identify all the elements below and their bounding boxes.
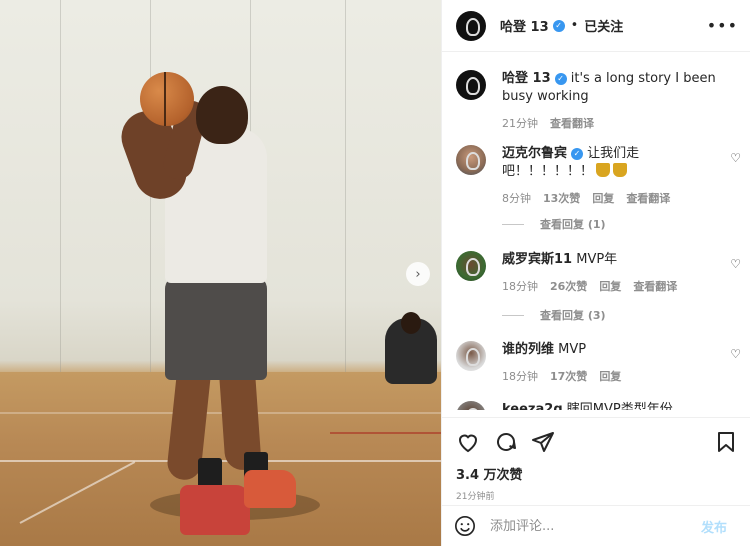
post-comment-button[interactable]: 发布 bbox=[701, 517, 727, 536]
verified-badge-icon: ✓ bbox=[571, 148, 584, 160]
caption-username[interactable]: 哈登 13 bbox=[502, 71, 551, 86]
reply-button[interactable]: 回复 bbox=[599, 278, 621, 296]
trophy-emoji-icon bbox=[613, 163, 628, 177]
commenter-avatar[interactable] bbox=[456, 145, 486, 175]
commenter-username[interactable]: 谁的列维 bbox=[502, 342, 554, 357]
commenter-username[interactable]: keeza2g bbox=[502, 402, 563, 410]
translate-link[interactable]: 查看翻译 bbox=[626, 190, 670, 208]
post-side-panel: 哈登 13 ✓ • 已关注 ••• 哈登 13 ✓ it's a long sto… bbox=[441, 0, 750, 546]
comment-item: 谁的列维 MVP 18分钟 17次赞 回复 ♡ bbox=[456, 341, 741, 391]
comment-likes[interactable]: 26次赞 bbox=[550, 278, 587, 296]
share-send-icon[interactable] bbox=[531, 430, 555, 454]
comment-text: MVP bbox=[558, 342, 587, 357]
comment-time: 8分钟 bbox=[502, 192, 531, 205]
more-options-icon[interactable]: ••• bbox=[707, 16, 738, 35]
post-photo: › bbox=[0, 0, 441, 546]
posted-time: 21分钟前 bbox=[456, 492, 495, 502]
commenter-username[interactable]: 迈克尔鲁宾 bbox=[502, 146, 567, 161]
commenter-avatar[interactable] bbox=[456, 401, 486, 410]
comment-text: 瞎回MVP类型年份 bbox=[566, 402, 673, 410]
comment-text: MVP年 bbox=[576, 252, 618, 267]
likes-count[interactable]: 3.4 万次赞 bbox=[456, 464, 523, 483]
caption-row: 哈登 13 ✓ it's a long story I been busy wor… bbox=[456, 70, 741, 140]
emoji-smiley-icon[interactable] bbox=[454, 515, 476, 537]
comment-item: 威罗宾斯11 MVP年 18分钟 26次赞 回复 查看翻译 ♡ bbox=[456, 251, 741, 311]
comments-list: 哈登 13 ✓ it's a long story I been busy wor… bbox=[442, 53, 750, 410]
following-button[interactable]: 已关注 bbox=[584, 16, 623, 35]
post-action-bar bbox=[442, 417, 750, 457]
verified-badge-icon: ✓ bbox=[554, 73, 567, 85]
next-photo-arrow-icon[interactable]: › bbox=[406, 262, 430, 286]
comment-likes[interactable]: 17次赞 bbox=[550, 368, 587, 386]
author-avatar[interactable] bbox=[456, 70, 486, 100]
trophy-emoji-icon bbox=[596, 163, 611, 177]
reply-button[interactable]: 回复 bbox=[599, 368, 621, 386]
comment-likes[interactable]: 13次赞 bbox=[543, 190, 580, 208]
verified-badge-icon: ✓ bbox=[552, 19, 565, 32]
post-header: 哈登 13 ✓ • 已关注 ••• bbox=[442, 0, 750, 52]
comment-item: keeza2g 瞎回MVP类型年份 bbox=[456, 401, 741, 410]
commenter-avatar[interactable] bbox=[456, 341, 486, 371]
like-comment-heart-icon[interactable]: ♡ bbox=[730, 151, 741, 165]
caption-translate-link[interactable]: 查看翻译 bbox=[550, 115, 594, 133]
view-replies-link[interactable]: 查看回复 (1) bbox=[502, 216, 606, 232]
view-replies-link[interactable]: 查看回复 (3) bbox=[502, 307, 606, 323]
reply-button[interactable]: 回复 bbox=[592, 190, 614, 208]
like-comment-heart-icon[interactable]: ♡ bbox=[730, 257, 741, 271]
author-username[interactable]: 哈登 13 bbox=[500, 16, 549, 35]
like-heart-icon[interactable] bbox=[456, 430, 480, 454]
translate-link[interactable]: 查看翻译 bbox=[633, 278, 677, 296]
comment-composer: 发布 bbox=[442, 505, 750, 546]
author-avatar[interactable] bbox=[456, 10, 486, 41]
basketball bbox=[140, 72, 194, 126]
save-bookmark-icon[interactable] bbox=[714, 430, 738, 454]
comment-time: 18分钟 bbox=[502, 280, 538, 293]
comment-bubble-icon[interactable] bbox=[494, 430, 518, 454]
caption-time: 21分钟 bbox=[502, 117, 538, 130]
comment-time: 18分钟 bbox=[502, 370, 538, 383]
like-comment-heart-icon[interactable]: ♡ bbox=[730, 347, 741, 361]
header-separator: • bbox=[570, 18, 579, 33]
commenter-avatar[interactable] bbox=[456, 251, 486, 281]
commenter-username[interactable]: 威罗宾斯11 bbox=[502, 252, 572, 267]
add-comment-input[interactable] bbox=[490, 518, 701, 534]
